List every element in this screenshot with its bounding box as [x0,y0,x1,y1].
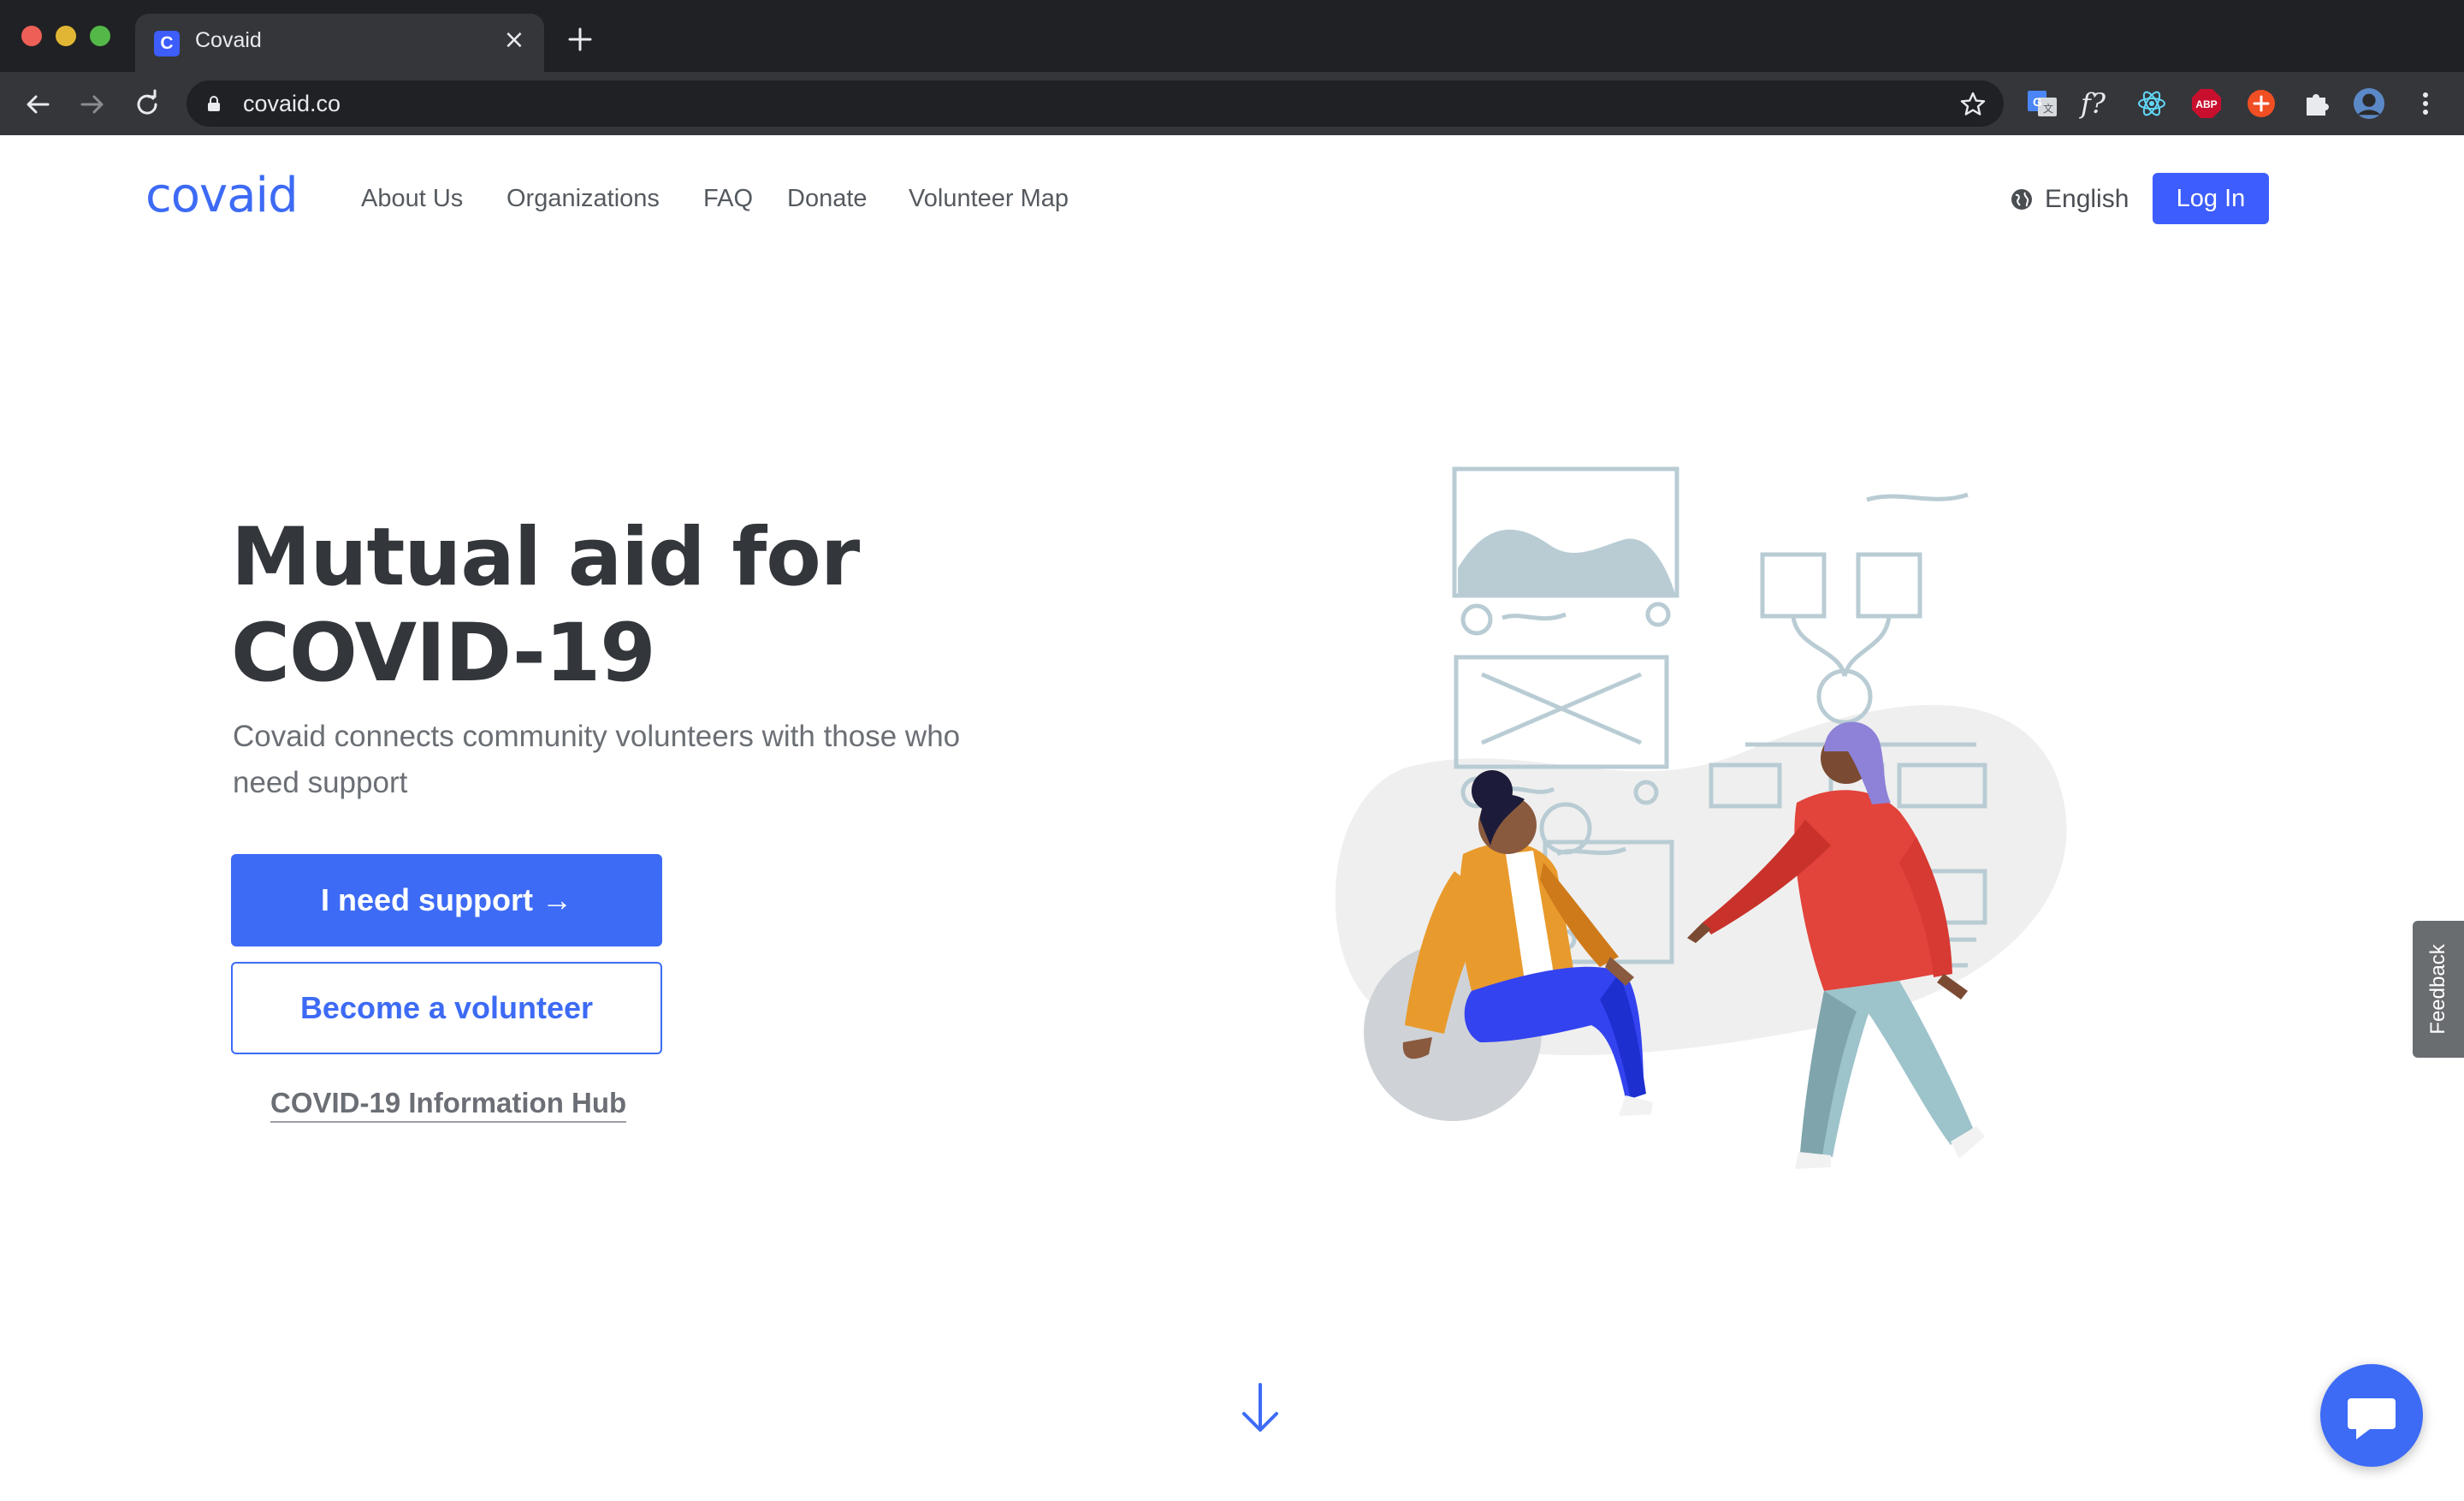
nav-about-us[interactable]: About Us [361,185,463,213]
feedback-tab[interactable]: Feedback [2413,921,2464,1058]
react-icon[interactable] [2135,87,2168,120]
forward-arrow-icon[interactable] [75,87,110,122]
scroll-down-arrow-icon[interactable] [1239,1381,1282,1434]
covaid-logo[interactable]: covaid [145,168,299,223]
abp-label: ABP [2195,98,2217,110]
bookmark-star-icon[interactable] [1959,91,1987,118]
maximize-window-button[interactable] [90,26,110,46]
hero-title: Mutual aid for COVID-19 [231,510,1001,702]
nav-volunteer-map[interactable]: Volunteer Map [909,185,1069,213]
abp-octagon-icon: ABP [2192,89,2221,118]
hero-illustration [1335,466,2067,1169]
covaid-favicon-icon: C [154,31,180,56]
address-bar[interactable]: covaid.co [187,80,2004,127]
svg-text:文: 文 [2043,102,2053,115]
need-support-button[interactable]: I need support → [231,854,662,946]
nav-donate[interactable]: Donate [787,185,868,213]
hero-title-line-2: COVID-19 [231,607,656,700]
plus-circle-icon[interactable] [2245,87,2277,120]
feedback-label: Feedback [2426,944,2449,1035]
info-hub-link[interactable]: COVID-19 Information Hub [270,1087,627,1123]
globe-icon [2011,189,2032,210]
abp-icon[interactable]: ABP [2190,87,2223,120]
become-volunteer-button[interactable]: Become a volunteer [231,962,662,1054]
svg-text:G: G [2033,95,2042,109]
tab-title: Covaid [195,28,262,52]
chat-launcher-button[interactable] [2320,1364,2423,1467]
minimize-window-button[interactable] [56,26,76,46]
browser-tabstrip: C Covaid × [0,0,2464,72]
browser-tab[interactable]: C Covaid × [135,14,544,72]
hero-title-line-1: Mutual aid for [231,511,860,604]
menu-dots-icon[interactable] [2409,87,2442,120]
lock-icon [208,96,220,111]
nav-faq[interactable]: FAQ [703,185,753,213]
reload-icon[interactable] [130,87,164,122]
new-tab-icon[interactable] [565,24,595,55]
login-button[interactable]: Log In [2153,173,2269,224]
translate-icon[interactable]: G 文 [2026,87,2058,120]
language-label: English [2045,185,2129,213]
puzzle-icon[interactable] [2300,87,2332,120]
url-text[interactable]: covaid.co [243,91,341,117]
fx-icon[interactable]: f? [2081,87,2113,120]
tab-close-icon[interactable]: × [500,26,529,55]
browser-toolbar: covaid.co G 文 f? ABP [0,72,2464,135]
profile-avatar[interactable] [2353,87,2385,120]
back-arrow-icon[interactable] [21,87,55,122]
page: covaid About Us Organizations FAQ Donate… [0,135,2464,1501]
nav-organizations[interactable]: Organizations [506,185,660,213]
hero-subtitle: Covaid connects community volunteers wit… [233,720,961,799]
landscape-sketch-fill [1458,529,1675,594]
close-window-button[interactable] [21,26,42,46]
chat-bubble-icon [2348,1398,2396,1439]
